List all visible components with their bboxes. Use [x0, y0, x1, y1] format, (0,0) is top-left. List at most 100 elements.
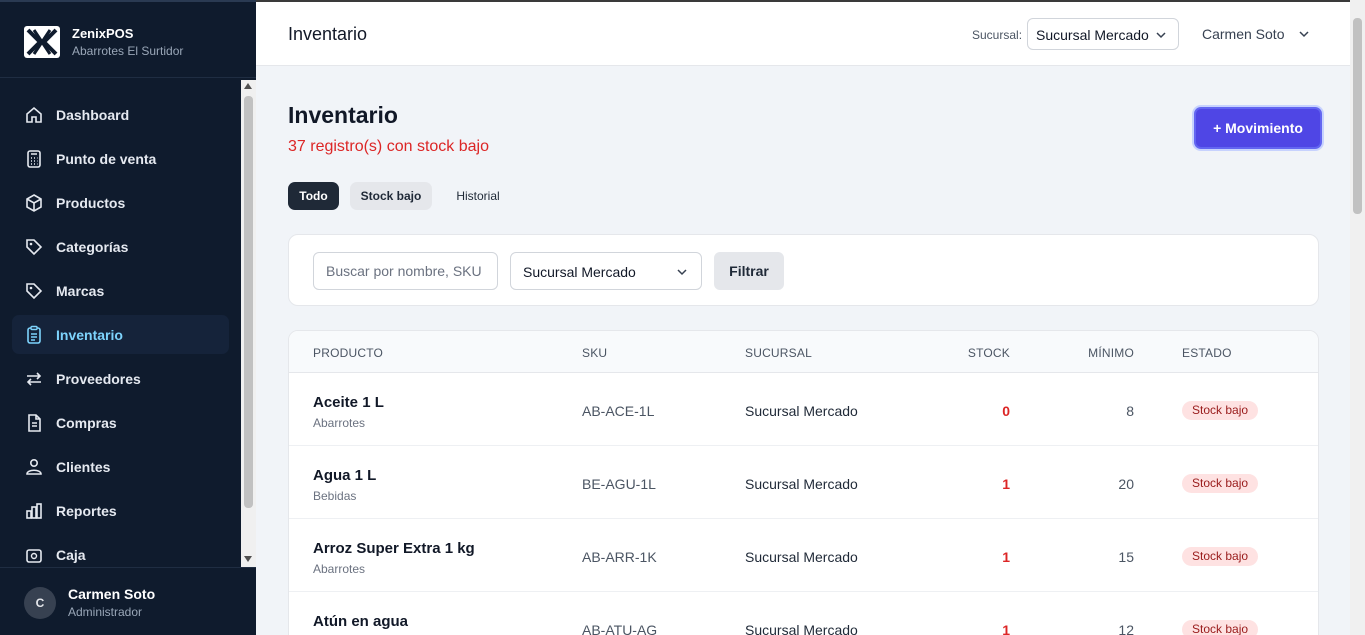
tab-low-stock[interactable]: Stock bajo: [350, 182, 432, 210]
column-header-product: PRODUCTO: [313, 346, 384, 360]
sidebar-item-label: Marcas: [56, 283, 105, 299]
cash-icon: [26, 549, 42, 563]
product-branch: Sucursal Mercado: [745, 476, 858, 492]
product-minimum: 12: [1118, 622, 1134, 635]
status-badge: Stock bajo: [1182, 474, 1259, 493]
table-row[interactable]: Atún en agua AB-ATU-AG Sucursal Mercado …: [289, 592, 1318, 635]
product-branch: Sucursal Mercado: [745, 622, 858, 635]
brand-name: ZenixPOS: [72, 26, 134, 41]
product-stock: 1: [1002, 549, 1010, 565]
product-category: Abarrotes: [313, 562, 366, 576]
user-menu-name: Carmen Soto: [1202, 26, 1285, 42]
scroll-up-icon[interactable]: [244, 83, 252, 89]
sidebar-item-label: Reportes: [56, 503, 117, 519]
sidebar-item-label: Productos: [56, 195, 126, 211]
calculator-icon: [27, 150, 41, 168]
bar-chart-icon: [26, 503, 42, 519]
column-header-branch: SUCURSAL: [745, 346, 812, 360]
product-name: Arroz Super Extra 1 kg: [313, 540, 475, 557]
table-row[interactable]: Arroz Super Extra 1 kg Abarrotes AB-ARR-…: [289, 519, 1318, 592]
sidebar-item-label: Proveedores: [56, 371, 141, 387]
branch-select[interactable]: Sucursal Mercado: [1027, 18, 1179, 50]
chevron-down-icon: [677, 269, 687, 276]
product-stock: 1: [1002, 476, 1010, 492]
sidebar-item-label: Compras: [56, 415, 117, 431]
sidebar-item-inventory[interactable]: Inventario: [12, 315, 229, 354]
tag-icon: [26, 239, 43, 256]
product-category: Bebidas: [313, 489, 357, 503]
status-badge: Stock bajo: [1182, 620, 1259, 635]
add-movement-button[interactable]: + Movimiento: [1194, 107, 1322, 149]
sidebar-item-reports[interactable]: Reportes: [12, 491, 229, 530]
page-title: Inventario: [288, 24, 368, 44]
product-minimum: 15: [1118, 549, 1134, 565]
branch-label: Sucursal:: [972, 28, 1023, 42]
sidebar: ZenixPOS Abarrotes El Surtidor Dashboard…: [0, 0, 256, 635]
chevron-down-icon: [1156, 32, 1166, 39]
sidebar-item-purchases[interactable]: Compras: [12, 403, 229, 442]
table-row[interactable]: Aceite 1 L Abarrotes AB-ACE-1L Sucursal …: [289, 373, 1318, 446]
home-icon: [26, 106, 42, 123]
table-header: PRODUCTO SKU SUCURSAL STOCK MÍNIMO ESTAD…: [289, 331, 1318, 373]
sidebar-item-dashboard[interactable]: Dashboard: [12, 95, 229, 134]
product-sku: AB-ACE-1L: [582, 403, 655, 419]
sidebar-item-label: Categorías: [56, 239, 129, 255]
users-icon: [26, 458, 42, 475]
status-badge: Stock bajo: [1182, 547, 1259, 566]
product-sku: AB-ARR-1K: [582, 549, 657, 565]
product-branch: Sucursal Mercado: [745, 549, 858, 565]
product-category: Abarrotes: [313, 416, 366, 430]
scrollbar-thumb[interactable]: [1353, 18, 1362, 214]
page-scrollbar[interactable]: [1350, 0, 1365, 635]
low-stock-notice: 37 registro(s) con stock bajo: [288, 138, 489, 155]
product-name: Aceite 1 L: [313, 394, 384, 411]
tab-history[interactable]: Historial: [444, 182, 512, 210]
logo-icon: [24, 26, 60, 58]
scrollbar-thumb[interactable]: [244, 96, 253, 508]
sidebar-item-products[interactable]: Productos: [12, 183, 229, 222]
product-sku: AB-ATU-AG: [582, 622, 658, 635]
user-menu[interactable]: Carmen Soto: [1202, 26, 1309, 42]
product-name: Atún en agua: [313, 613, 409, 630]
product-name: Agua 1 L: [313, 467, 377, 484]
sidebar-item-suppliers[interactable]: Proveedores: [12, 359, 229, 398]
search-input[interactable]: [313, 252, 498, 290]
tag-icon: [26, 283, 43, 300]
sidebar-item-pos[interactable]: Punto de venta: [12, 139, 229, 178]
avatar: C: [24, 587, 56, 619]
column-header-sku: SKU: [582, 346, 608, 360]
product-minimum: 20: [1118, 476, 1134, 492]
chevron-down-icon: [1299, 31, 1309, 38]
filter-button[interactable]: Filtrar: [714, 252, 784, 290]
scroll-down-icon[interactable]: [244, 556, 252, 562]
document-icon: [28, 414, 41, 432]
inventory-table: PRODUCTO SKU SUCURSAL STOCK MÍNIMO ESTAD…: [288, 330, 1319, 635]
sidebar-item-cash[interactable]: Caja: [12, 535, 229, 567]
branch-filter-select[interactable]: Sucursal Mercado: [510, 252, 702, 290]
sidebar-item-categories[interactable]: Categorías: [12, 227, 229, 266]
user-profile[interactable]: C Carmen Soto Administrador: [0, 567, 256, 635]
product-stock: 1: [1002, 622, 1010, 635]
user-role: Administrador: [68, 605, 143, 619]
branch-select-value: Sucursal Mercado: [1036, 27, 1149, 43]
sidebar-item-label: Dashboard: [56, 107, 130, 123]
box-icon: [26, 194, 42, 212]
sidebar-scrollbar[interactable]: [241, 80, 256, 567]
branch-filter-value: Sucursal Mercado: [523, 264, 636, 280]
swap-icon: [26, 372, 42, 386]
tab-all[interactable]: Todo: [288, 182, 339, 210]
sidebar-item-label: Punto de venta: [56, 151, 157, 167]
sidebar-item-clients[interactable]: Clientes: [12, 447, 229, 486]
product-stock: 0: [1002, 403, 1010, 419]
column-header-status: ESTADO: [1182, 346, 1232, 360]
sidebar-item-label: Caja: [56, 547, 86, 563]
table-row[interactable]: Agua 1 L Bebidas BE-AGU-1L Sucursal Merc…: [289, 446, 1318, 519]
sidebar-item-brands[interactable]: Marcas: [12, 271, 229, 310]
column-header-stock: STOCK: [967, 346, 1010, 360]
topbar: Inventario Sucursal: Sucursal Mercado Ca…: [256, 0, 1350, 66]
status-badge: Stock bajo: [1182, 401, 1259, 420]
page-heading: Inventario: [288, 102, 398, 128]
clipboard-icon: [27, 325, 41, 344]
product-sku: BE-AGU-1L: [582, 476, 656, 492]
sidebar-item-label: Clientes: [56, 459, 111, 475]
